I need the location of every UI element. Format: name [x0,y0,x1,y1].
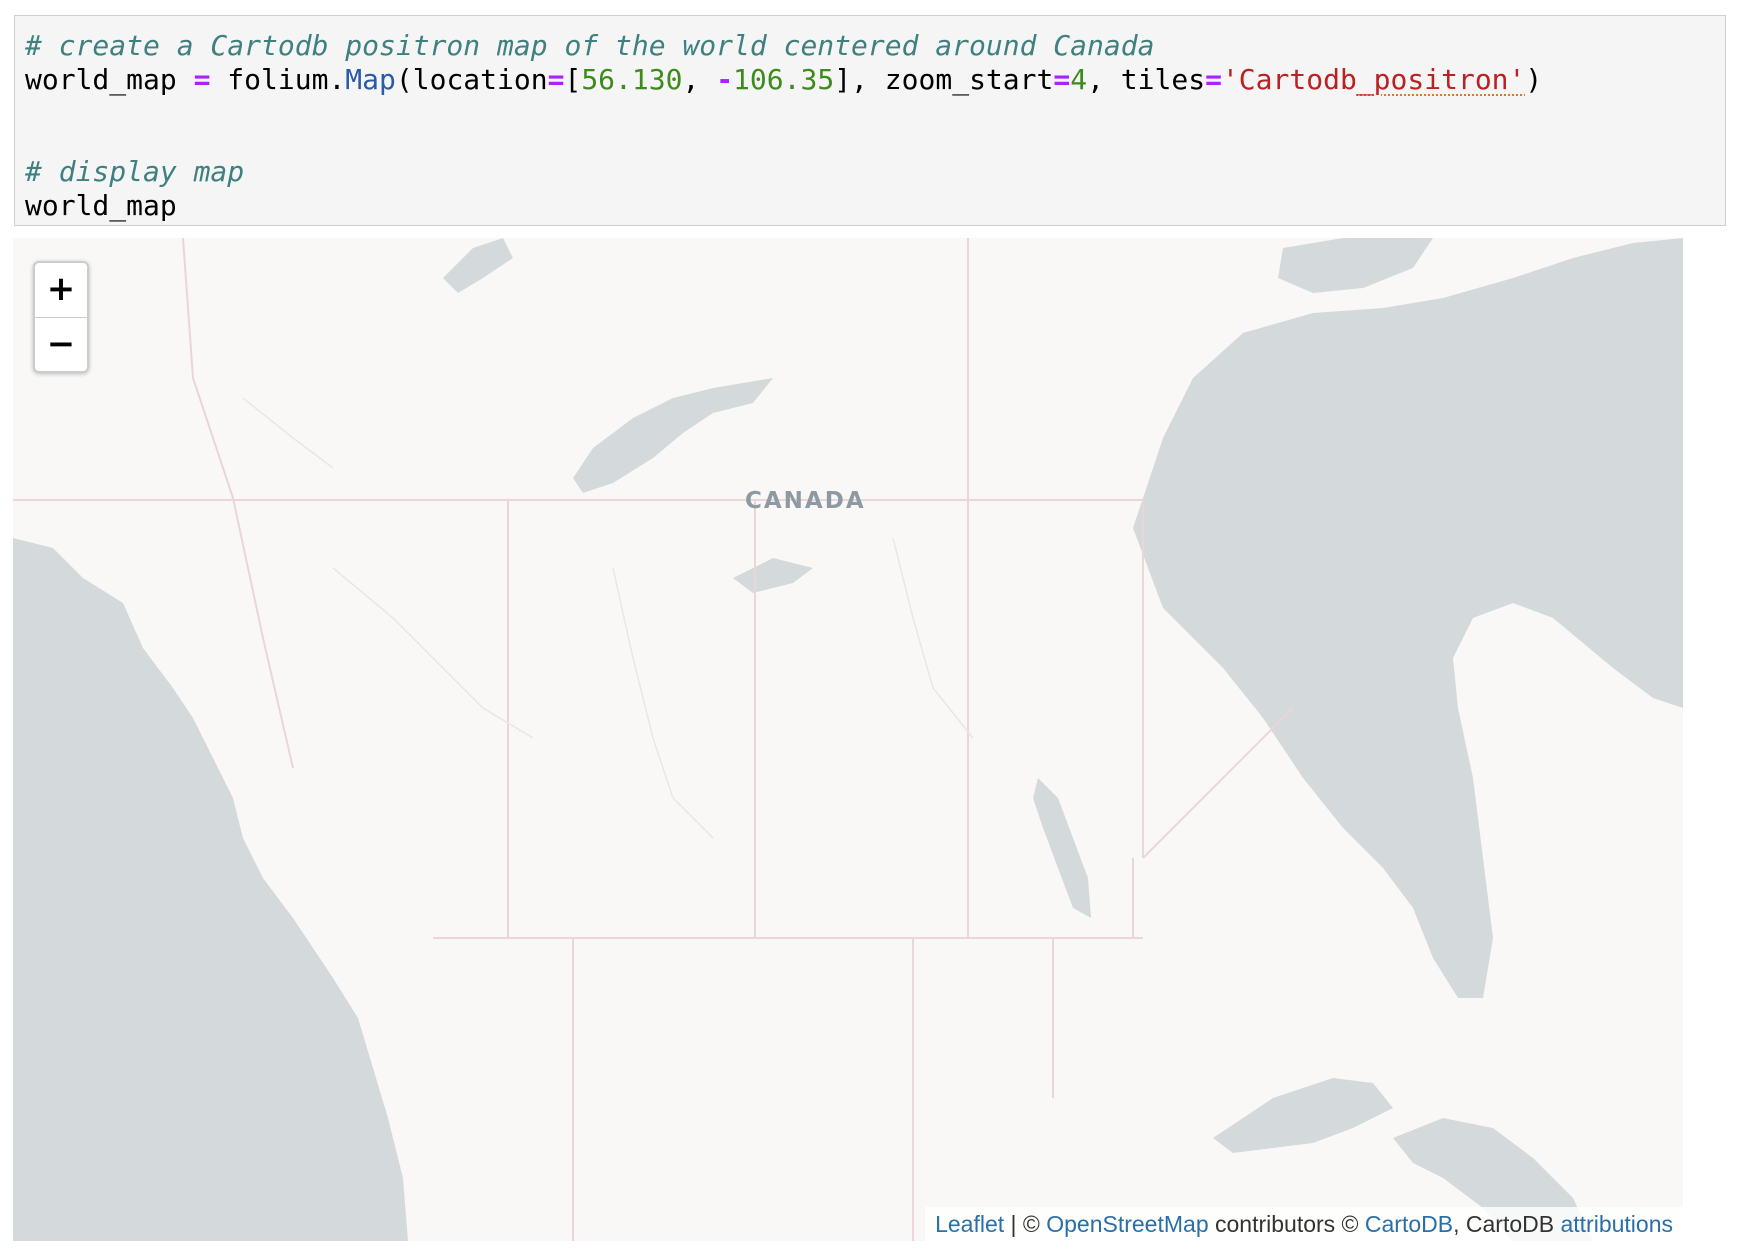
code-comment-2: # display map [25,155,245,188]
zoom-control: + − [33,261,89,373]
code-comment-1: # create a Cartodb positron map of the w… [25,29,1155,62]
zoom-in-button[interactable]: + [35,263,87,318]
map-container[interactable]: CANADA + − Leaflet | © OpenStreetMap con… [13,238,1683,1241]
map-attribution: Leaflet | © OpenStreetMap contributors ©… [925,1207,1683,1241]
cartodb-link[interactable]: CartoDB [1365,1211,1453,1237]
country-label: CANADA [745,488,866,514]
zoom-out-button[interactable]: − [35,318,87,371]
code-cell[interactable]: # create a Cartodb positron map of the w… [14,15,1726,226]
osm-link[interactable]: OpenStreetMap [1046,1211,1208,1237]
leaflet-link[interactable]: Leaflet [935,1211,1004,1237]
code-line-display: world_map [25,189,177,222]
attributions-link[interactable]: attributions [1560,1211,1673,1237]
spellcheck-underline: _positron' [1356,63,1526,96]
code-line-map-call: world_map = folium.Map(location=[56.130,… [25,63,1543,96]
map-tiles [13,238,1683,1241]
